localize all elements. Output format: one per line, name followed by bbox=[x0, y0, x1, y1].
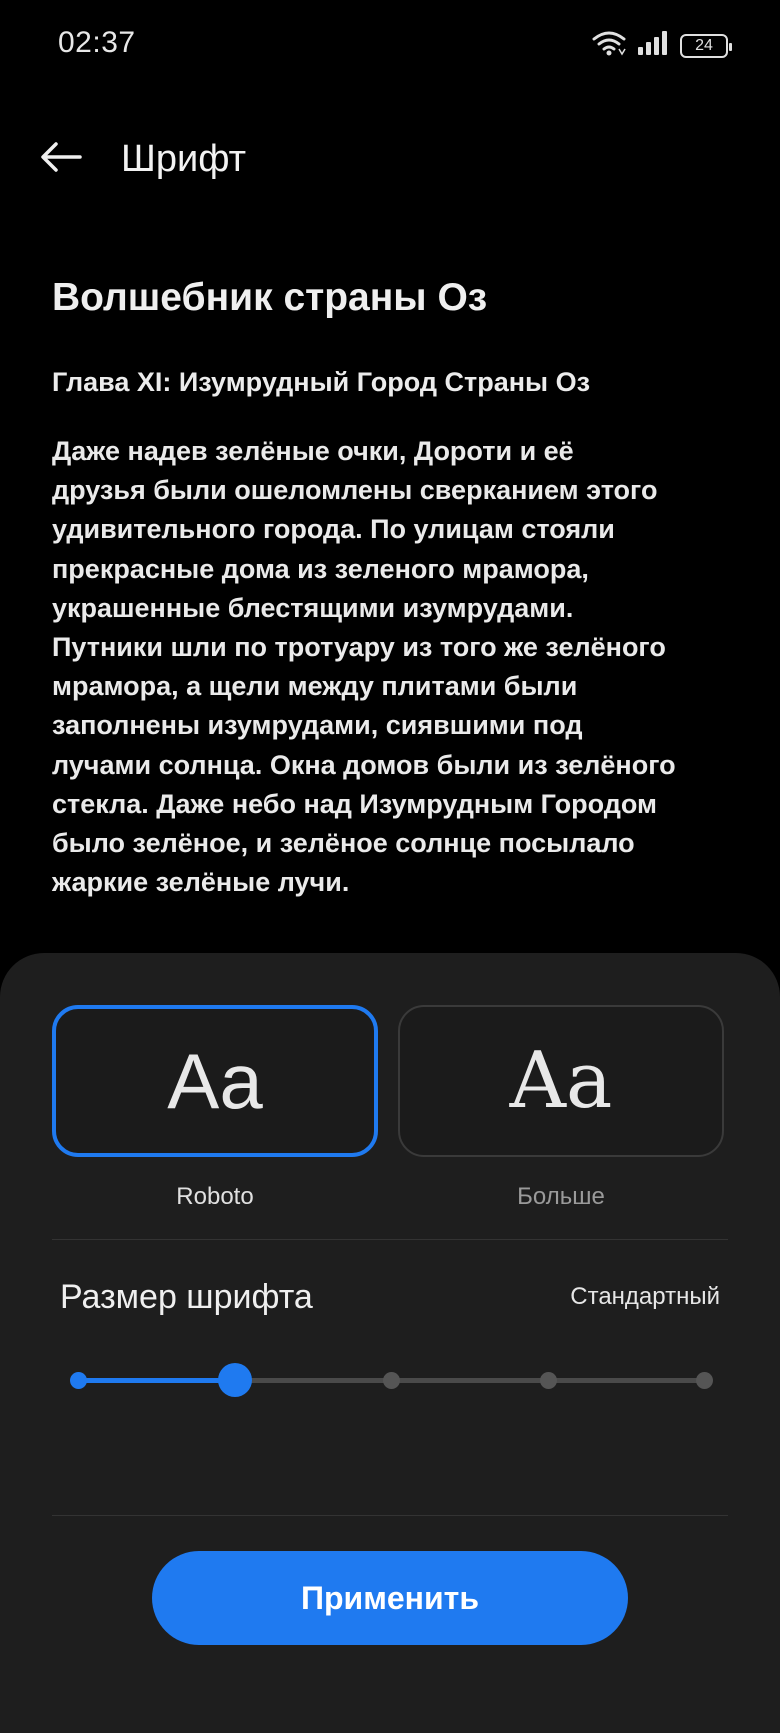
back-button[interactable] bbox=[36, 134, 86, 184]
body-line: прекрасные дома из зеленого мрамора, bbox=[52, 553, 589, 584]
status-bar: 02:37 24 bbox=[0, 0, 780, 90]
slider-step-dot[interactable] bbox=[383, 1372, 400, 1389]
body-line: заполнены изумрудами, сиявшими под bbox=[52, 710, 583, 741]
slider-thumb[interactable] bbox=[217, 1363, 252, 1397]
battery-icon: 24 bbox=[680, 33, 732, 58]
battery-level: 24 bbox=[695, 36, 713, 54]
font-option-label: Roboto bbox=[176, 1183, 254, 1210]
font-settings-screen: 02:37 24 Шрифт Волшебник страны Оз Глава… bbox=[0, 0, 780, 1733]
signal-icon bbox=[638, 31, 668, 60]
body-line: было зелёное, и зелёное солнце посылало bbox=[52, 828, 635, 859]
page-title: Шрифт bbox=[121, 138, 247, 180]
font-sample: Aa bbox=[509, 1036, 613, 1126]
wifi-icon bbox=[592, 30, 626, 61]
body-line: украшенные блестящими изумрудами. bbox=[52, 592, 574, 623]
body-line: жаркие зелёные лучи. bbox=[52, 867, 350, 898]
preview-chapter-title: Глава XI: Изумрудный Город Страны Оз bbox=[52, 367, 591, 397]
slider-step-dot[interactable] bbox=[539, 1372, 557, 1389]
preview-body-text: Даже надев зелёные очки, Дороти и её дру… bbox=[52, 432, 742, 902]
body-line: лучами солнца. Окна домов были из зелёно… bbox=[52, 749, 676, 780]
font-size-slider[interactable] bbox=[68, 1355, 714, 1405]
body-line: удивительного города. По улицам стояли bbox=[52, 514, 615, 545]
slider-fill bbox=[78, 1378, 235, 1383]
font-option-roboto[interactable]: Aa bbox=[52, 1005, 378, 1157]
slider-step-dot[interactable] bbox=[696, 1372, 713, 1389]
font-preview: Волшебник страны Оз Глава XI: Изумрудный… bbox=[52, 272, 742, 902]
apply-button[interactable]: Применить bbox=[152, 1551, 628, 1645]
body-line: Даже надев зелёные очки, Дороти и её bbox=[52, 436, 574, 466]
divider bbox=[52, 1239, 728, 1240]
divider bbox=[52, 1515, 728, 1516]
body-line: Путники шли по тротуару из того же зелён… bbox=[52, 632, 666, 663]
body-line: стекла. Даже небо над Изумрудным Городом bbox=[52, 788, 658, 819]
font-option-more[interactable]: Aa bbox=[398, 1005, 724, 1157]
body-line: мрамора, а щели между плитами были bbox=[52, 671, 578, 702]
font-option-label: Больше bbox=[517, 1183, 605, 1210]
preview-book-title: Волшебник страны Оз bbox=[52, 276, 488, 319]
font-size-value: Стандартный bbox=[570, 1283, 720, 1310]
status-time: 02:37 bbox=[58, 26, 136, 59]
app-bar: Шрифт bbox=[0, 120, 780, 200]
slider-step-dot[interactable] bbox=[70, 1372, 87, 1389]
body-line: друзья были ошеломлены сверканием этого bbox=[52, 475, 658, 506]
status-icons: 24 bbox=[592, 30, 732, 61]
arrow-left-icon bbox=[40, 141, 82, 178]
font-size-title: Размер шрифта bbox=[60, 1278, 313, 1316]
font-settings-sheet: Aa Aa Roboto Больше Размер шрифта Станда… bbox=[0, 953, 780, 1733]
font-sample: Aa bbox=[167, 1036, 263, 1125]
